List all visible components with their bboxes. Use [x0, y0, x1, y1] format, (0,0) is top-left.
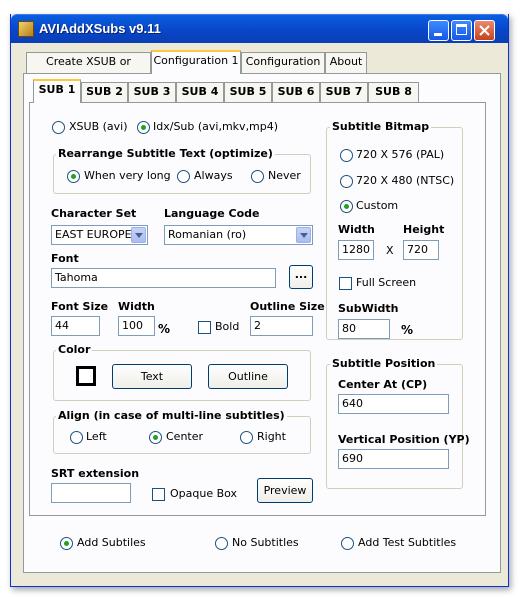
- align-left-radio[interactable]: [70, 431, 83, 444]
- color-swatch[interactable]: [76, 366, 96, 386]
- tab-sub-4[interactable]: SUB 4: [176, 82, 224, 102]
- tab-sub-2[interactable]: SUB 2: [81, 82, 128, 102]
- align-left-label: Left: [86, 430, 107, 443]
- language-value: Romanian (ro): [168, 228, 247, 241]
- tab-configuration-1[interactable]: Configuration 1: [151, 50, 241, 74]
- srt-input[interactable]: [51, 483, 131, 503]
- align-title: Align (in case of multi-line subtitles): [56, 409, 287, 422]
- tab-create-xsub[interactable]: Create XSUB or Idx/Sub: [26, 52, 151, 86]
- outline-color-button[interactable]: Outline: [208, 364, 288, 389]
- pal-label: 720 X 576 (PAL): [356, 148, 445, 161]
- add-subtitles-radio[interactable]: [60, 537, 73, 550]
- close-icon: [479, 25, 490, 36]
- idxsub-label: Idx/Sub (avi,mkv,mp4): [153, 120, 279, 133]
- ntsc-radio[interactable]: [340, 175, 353, 188]
- subwidth-input[interactable]: 80: [338, 319, 390, 339]
- when-very-long-label: When very long: [84, 169, 171, 182]
- font-size-label: Font Size: [51, 300, 109, 313]
- opaque-box-label: Opaque Box: [170, 487, 238, 500]
- when-very-long-radio[interactable]: [67, 170, 80, 183]
- tab-about[interactable]: About: [325, 52, 367, 73]
- center-at-input[interactable]: 640: [338, 394, 449, 414]
- align-center-radio[interactable]: [149, 431, 162, 444]
- outline-size-label: Outline Size: [250, 300, 325, 313]
- no-subtitles-label: No Subtitles: [232, 536, 299, 549]
- position-title: Subtitle Position: [330, 357, 438, 370]
- language-select[interactable]: Romanian (ro): [164, 225, 313, 245]
- align-right-label: Right: [257, 430, 286, 443]
- font-size-input[interactable]: 44: [51, 316, 100, 336]
- bitmap-width-input[interactable]: 1280: [338, 240, 374, 260]
- app-icon: [18, 21, 34, 37]
- bitmap-height-input[interactable]: 720: [403, 240, 439, 260]
- never-radio[interactable]: [251, 170, 264, 183]
- close-button[interactable]: [474, 20, 495, 41]
- custom-radio[interactable]: [340, 200, 353, 213]
- maximize-icon: [456, 24, 467, 35]
- pal-radio[interactable]: [340, 149, 353, 162]
- xsub-label: XSUB (avi): [69, 120, 128, 133]
- charset-select[interactable]: EAST EUROPE: [51, 225, 148, 245]
- bitmap-height-label: Height: [403, 223, 445, 236]
- full-screen-label: Full Screen: [356, 276, 417, 289]
- color-title: Color: [56, 343, 93, 356]
- full-screen-checkbox[interactable]: [339, 277, 352, 290]
- text-color-button[interactable]: Text: [112, 364, 192, 389]
- add-test-subtitles-label: Add Test Subtitles: [358, 536, 457, 549]
- width-label: Width: [118, 300, 155, 313]
- chevron-down-icon[interactable]: [296, 227, 311, 243]
- tab-configuration-2[interactable]: Configuration 2: [241, 52, 325, 86]
- tab-sub-8[interactable]: SUB 8: [368, 82, 419, 102]
- subwidth-unit: %: [401, 323, 414, 337]
- width-input[interactable]: 100: [118, 316, 155, 336]
- ntsc-label: 720 X 480 (NTSC): [356, 174, 455, 187]
- xsub-radio[interactable]: [52, 121, 65, 134]
- width-unit: %: [158, 322, 171, 336]
- title-bar[interactable]: AVIAddXSubs v9.11: [11, 14, 508, 43]
- language-label: Language Code: [164, 207, 260, 220]
- chevron-down-icon[interactable]: [131, 227, 146, 243]
- srt-label: SRT extension: [51, 467, 140, 480]
- tab-sub-7[interactable]: SUB 7: [320, 82, 368, 102]
- outline-size-input[interactable]: 2: [250, 316, 313, 336]
- bitmap-x-label: X: [386, 244, 394, 257]
- tab-sub-1[interactable]: SUB 1: [33, 79, 81, 103]
- tab-sub-5[interactable]: SUB 5: [224, 82, 272, 102]
- custom-label: Custom: [356, 199, 399, 212]
- font-label: Font: [51, 252, 79, 265]
- minimize-button[interactable]: [428, 20, 449, 41]
- align-right-radio[interactable]: [240, 431, 253, 444]
- bold-checkbox[interactable]: [198, 321, 211, 334]
- tab-sub-6[interactable]: SUB 6: [272, 82, 320, 102]
- vertical-position-input[interactable]: 690: [338, 449, 449, 469]
- bold-label: Bold: [215, 320, 240, 333]
- idxsub-radio[interactable]: [137, 121, 150, 134]
- vertical-position-label: Vertical Position (YP): [338, 433, 470, 446]
- font-browse-button[interactable]: ...: [289, 265, 313, 289]
- tab-sub-3[interactable]: SUB 3: [128, 82, 176, 102]
- font-input[interactable]: Tahoma: [51, 268, 276, 288]
- subwidth-label: SubWidth: [338, 302, 399, 315]
- always-radio[interactable]: [177, 170, 190, 183]
- charset-label: Character Set: [51, 207, 137, 220]
- never-label: Never: [268, 169, 301, 182]
- maximize-button[interactable]: [451, 20, 472, 41]
- bitmap-title: Subtitle Bitmap: [330, 120, 432, 133]
- no-subtitles-radio[interactable]: [215, 537, 228, 550]
- minimize-icon: [434, 33, 442, 36]
- align-center-label: Center: [166, 430, 204, 443]
- preview-button[interactable]: Preview: [257, 478, 313, 503]
- bitmap-width-label: Width: [338, 223, 375, 236]
- opaque-box-checkbox[interactable]: [152, 488, 165, 501]
- charset-value: EAST EUROPE: [55, 228, 132, 241]
- center-at-label: Center At (CP): [338, 378, 428, 391]
- add-test-subtitles-radio[interactable]: [341, 537, 354, 550]
- add-subtitles-label: Add Subtiles: [77, 536, 146, 549]
- window-title: AVIAddXSubs v9.11: [39, 21, 161, 36]
- always-label: Always: [194, 169, 233, 182]
- rearrange-title: Rearrange Subtitle Text (optimize): [56, 147, 275, 160]
